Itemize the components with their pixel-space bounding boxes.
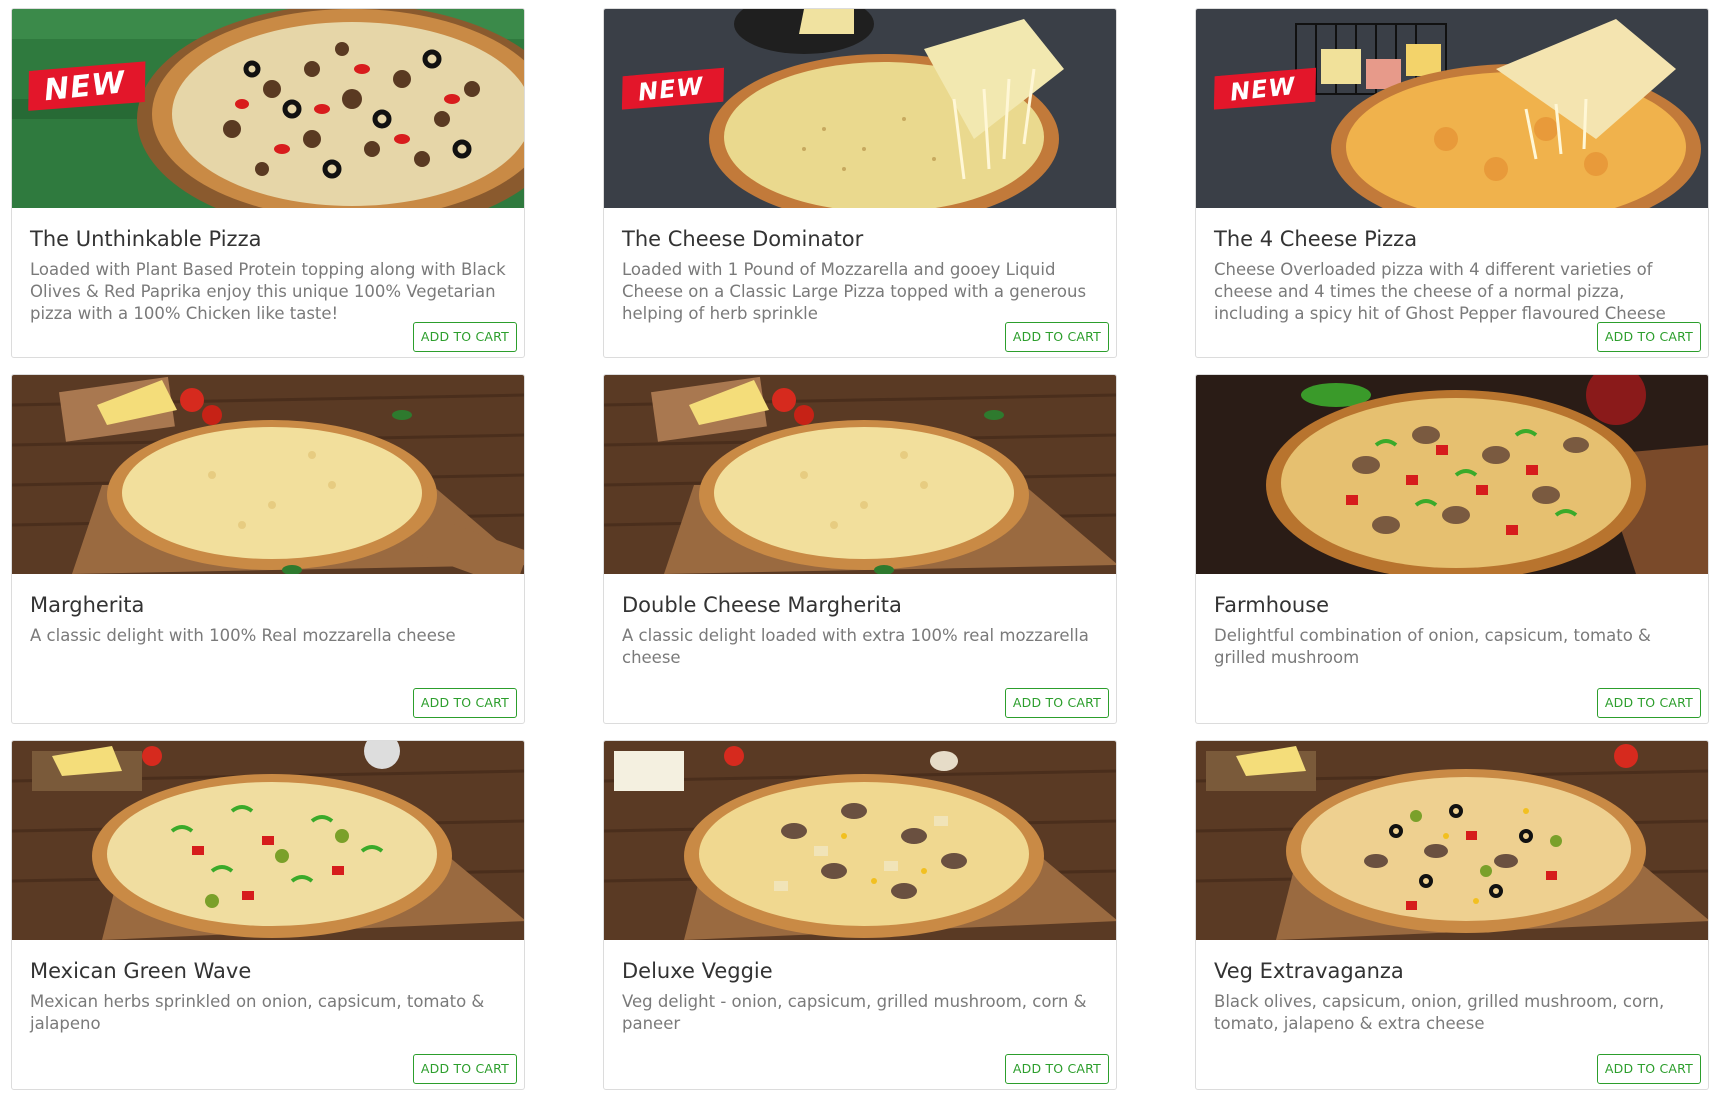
add-to-cart-button[interactable]: ADD TO CART (412, 688, 517, 718)
pizza-image[interactable] (12, 741, 524, 940)
pizza-title: Margherita (30, 593, 145, 617)
pizza-card-mexican-green-wave[interactable]: Mexican Green Wave Mexican herbs sprinkl… (11, 740, 525, 1090)
pizza-title: Farmhouse (1214, 593, 1330, 617)
add-to-cart-button[interactable]: ADD TO CART (412, 322, 517, 352)
pizza-card-double-cheese-margherita[interactable]: Double Cheese Margherita A classic delig… (603, 374, 1117, 724)
pizza-title: Double Cheese Margherita (622, 593, 902, 617)
pizza-title: The Cheese Dominator (622, 227, 864, 251)
pizza-card-margherita[interactable]: Margherita A classic delight with 100% R… (11, 374, 525, 724)
add-to-cart-button[interactable]: ADD TO CART (1004, 688, 1109, 718)
pizza-card-farmhouse[interactable]: Farmhouse Delightful combination of onio… (1195, 374, 1709, 724)
pizza-description: Delightful combination of onion, capsicu… (1214, 626, 1651, 667)
add-to-cart-button[interactable]: ADD TO CART (1004, 1054, 1109, 1084)
pizza-image[interactable]: NEW (1196, 9, 1708, 208)
pizza-card-deluxe-veggie[interactable]: Deluxe Veggie Veg delight - onion, capsi… (603, 740, 1117, 1090)
add-to-cart-button[interactable]: ADD TO CART (1596, 322, 1701, 352)
pizza-image[interactable] (12, 375, 524, 574)
pizza-description: Mexican herbs sprinkled on onion, capsic… (30, 992, 485, 1033)
pizza-card-veg-extravaganza[interactable]: Veg Extravaganza Black olives, capsicum,… (1195, 740, 1709, 1090)
pizza-title: The Unthinkable Pizza (30, 227, 262, 251)
pizza-description: Veg delight - onion, capsicum, grilled m… (622, 992, 1087, 1033)
add-to-cart-button[interactable]: ADD TO CART (412, 1054, 517, 1084)
pizza-image[interactable] (1196, 741, 1708, 940)
pizza-description: Cheese Overloaded pizza with 4 different… (1214, 260, 1666, 323)
pizza-card-unthinkable[interactable]: NEW The Unthinkable Pizza Loaded with Pl… (11, 8, 525, 358)
pizza-menu-grid: NEW The Unthinkable Pizza Loaded with Pl… (11, 8, 1709, 1090)
pizza-description: Loaded with 1 Pound of Mozzarella and go… (622, 260, 1087, 323)
pizza-image[interactable] (604, 741, 1116, 940)
pizza-card-4-cheese[interactable]: NEW The 4 Cheese Pizza Cheese Overloaded… (1195, 8, 1709, 358)
pizza-description: Loaded with Plant Based Protein topping … (30, 260, 506, 323)
pizza-description: A classic delight with 100% Real mozzare… (30, 626, 456, 645)
add-to-cart-button[interactable]: ADD TO CART (1596, 1054, 1701, 1084)
pizza-description: Black olives, capsicum, onion, grilled m… (1214, 992, 1665, 1033)
pizza-image[interactable]: NEW (12, 9, 524, 208)
pizza-description: A classic delight loaded with extra 100%… (622, 626, 1089, 667)
add-to-cart-button[interactable]: ADD TO CART (1004, 322, 1109, 352)
pizza-title: Deluxe Veggie (622, 959, 773, 983)
pizza-image[interactable]: NEW (604, 9, 1116, 208)
pizza-title: The 4 Cheese Pizza (1214, 227, 1418, 251)
pizza-card-cheese-dominator[interactable]: NEW The Cheese Dominator Loaded with 1 P… (603, 8, 1117, 358)
pizza-title: Veg Extravaganza (1214, 959, 1404, 983)
pizza-title: Mexican Green Wave (30, 959, 252, 983)
add-to-cart-button[interactable]: ADD TO CART (1596, 688, 1701, 718)
pizza-image[interactable] (1196, 375, 1708, 574)
pizza-image[interactable] (604, 375, 1116, 574)
